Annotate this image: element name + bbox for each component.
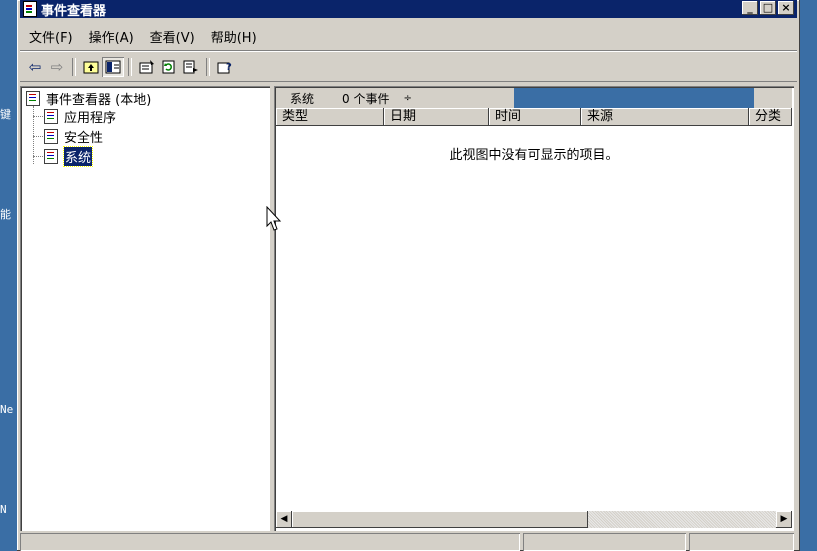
desktop-label: 键 <box>0 108 11 121</box>
toolbar-separator <box>128 58 132 76</box>
console-tree[interactable]: 事件查看器 (本地) 应用程序 安全性 系统 <box>20 86 270 531</box>
tree-connector <box>33 136 43 137</box>
status-panel <box>20 533 520 551</box>
desktop-right-strip <box>800 0 817 551</box>
scroll-left-icon[interactable]: ◀ <box>276 511 292 528</box>
minimize-button[interactable]: _ <box>742 1 758 15</box>
close-button[interactable]: × <box>778 1 794 15</box>
window-title: 事件查看器 <box>41 3 107 19</box>
properties-icon[interactable] <box>136 57 158 77</box>
mouse-cursor-icon <box>266 206 282 231</box>
tree-item-system[interactable]: 系统 <box>44 145 94 167</box>
scrollbar-thumb[interactable] <box>292 511 588 528</box>
menu-file[interactable]: 文件(F) <box>20 27 81 46</box>
export-list-icon[interactable] <box>180 57 202 77</box>
desktop-left-strip: 键 能 Ne N <box>0 0 17 551</box>
maximize-button[interactable]: □ <box>760 1 776 15</box>
help-icon[interactable]: ? <box>214 57 236 77</box>
title-bar[interactable]: 事件查看器 _ □ × <box>20 0 797 19</box>
up-folder-icon[interactable] <box>80 57 102 77</box>
desktop-label: Ne <box>0 403 14 416</box>
log-icon <box>44 108 58 124</box>
window-controls: _ □ × <box>742 1 794 15</box>
tree-item-label: 安全性 <box>64 130 104 146</box>
scroll-right-icon[interactable]: ▶ <box>776 511 792 528</box>
show-hide-tree-icon[interactable] <box>102 57 124 77</box>
tree-connector <box>33 116 43 117</box>
event-count: 0 个事件 <box>342 91 390 106</box>
results-description-bar: 系统 0 个事件 ÷ <box>276 88 792 108</box>
menu-action[interactable]: 操作(A) <box>81 27 142 46</box>
status-panel <box>689 533 794 551</box>
column-headers: 类型 日期 时间 来源 分类 <box>276 108 792 126</box>
refresh-icon[interactable] <box>158 57 180 77</box>
sort-indicator: ÷ <box>403 92 412 104</box>
toolbar-separator <box>206 58 210 76</box>
column-header-date[interactable]: 日期 <box>384 108 489 126</box>
menu-view[interactable]: 查看(V) <box>142 27 203 46</box>
menu-bar: 文件(F) 操作(A) 查看(V) 帮助(H) <box>20 22 797 51</box>
description-bar-highlight <box>514 88 754 108</box>
menu-help[interactable]: 帮助(H) <box>203 27 265 46</box>
tree-item-label: 应用程序 <box>64 110 117 126</box>
tree-item-application[interactable]: 应用程序 <box>44 108 117 126</box>
empty-list-message: 此视图中没有可显示的项目。 <box>449 148 619 163</box>
svg-text:?: ? <box>226 62 232 73</box>
log-icon <box>44 148 58 164</box>
tree-item-security[interactable]: 安全性 <box>44 128 104 146</box>
desktop-label: 能 <box>0 208 11 221</box>
event-viewer-node-icon <box>26 90 40 106</box>
forward-arrow-icon[interactable]: ⇨ <box>46 57 68 77</box>
column-header-time[interactable]: 时间 <box>489 108 581 126</box>
toolbar: ⇦ ⇨ ? <box>20 53 797 82</box>
event-viewer-app-icon <box>23 1 37 17</box>
results-pane: 系统 0 个事件 ÷ 类型 日期 时间 来源 分类 此视图中没有可显示的项目。 … <box>274 86 794 531</box>
status-panel <box>523 533 686 551</box>
column-header-type[interactable]: 类型 <box>276 108 384 126</box>
event-viewer-window: 事件查看器 _ □ × 文件(F) 操作(A) 查看(V) 帮助(H) ⇦ ⇨ <box>17 0 800 551</box>
tree-connector <box>33 156 43 157</box>
back-arrow-icon[interactable]: ⇦ <box>24 57 46 77</box>
column-header-source[interactable]: 来源 <box>581 108 749 126</box>
tree-root-label: 事件查看器 (本地) <box>46 92 152 108</box>
log-name: 系统 <box>290 91 315 106</box>
tree-item-label: 系统 <box>62 145 94 167</box>
toolbar-separator <box>72 58 76 76</box>
tree-root-node[interactable]: 事件查看器 (本地) <box>26 90 152 108</box>
horizontal-scrollbar[interactable]: ◀ ▶ <box>276 511 792 528</box>
desktop-label: N <box>0 503 7 516</box>
log-icon <box>44 128 58 144</box>
status-bar <box>20 533 797 551</box>
column-header-category[interactable]: 分类 <box>749 108 792 126</box>
